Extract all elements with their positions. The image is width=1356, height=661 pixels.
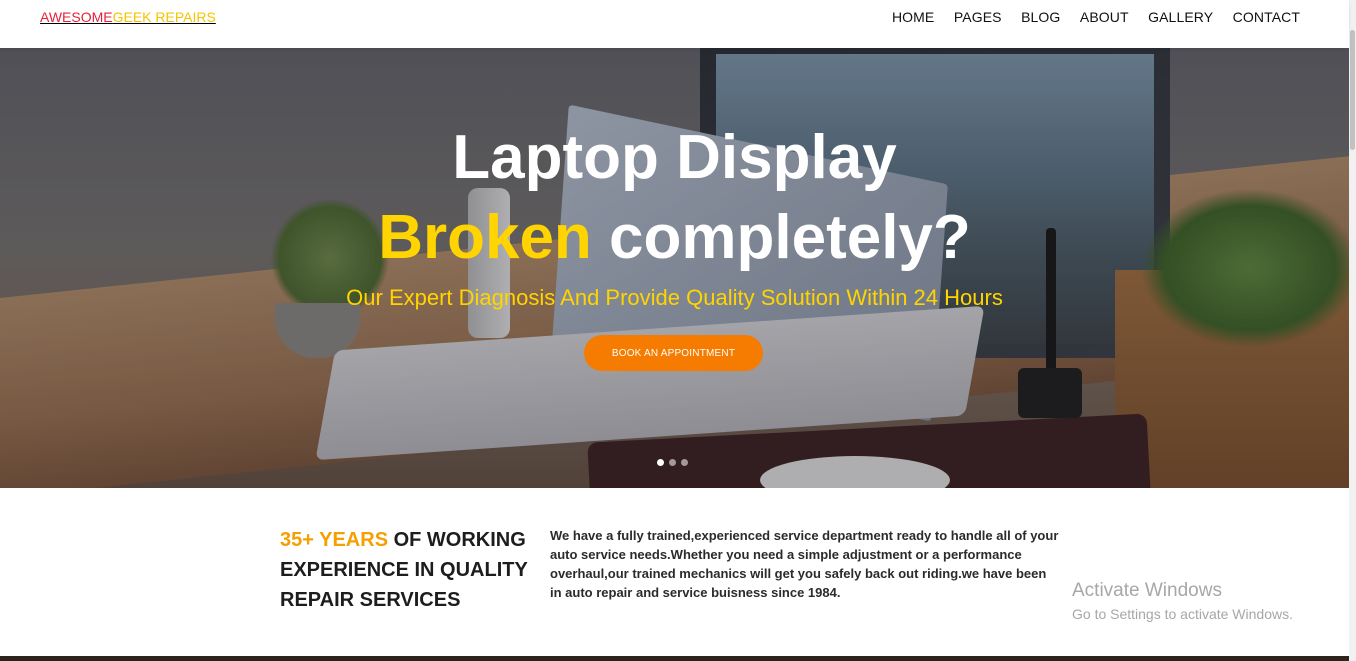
- nav-contact[interactable]: CONTACT: [1233, 9, 1300, 25]
- page-scrollbar[interactable]: [1349, 0, 1356, 661]
- slider-dot-1[interactable]: [657, 459, 664, 466]
- brand-part-awesome: AWESOME: [40, 9, 113, 25]
- experience-years: 35+ YEARS: [280, 529, 389, 551]
- hero-title-line1: Laptop Display: [452, 123, 897, 192]
- experience-heading: 35+ YEARS OF WORKING EXPERIENCE IN QUALI…: [280, 525, 540, 615]
- navbar: AWESOMEGEEK REPAIRS HOME PAGES BLOG ABOU…: [0, 0, 1349, 48]
- nav-about[interactable]: ABOUT: [1080, 9, 1129, 25]
- activate-windows-watermark: Activate Windows Go to Settings to activ…: [1072, 580, 1293, 622]
- nav-gallery[interactable]: GALLERY: [1148, 9, 1213, 25]
- main-nav: HOME PAGES BLOG ABOUT GALLERY CONTACT: [872, 9, 1300, 25]
- brand-part-geek-repairs: GEEK REPAIRS: [112, 9, 216, 25]
- hero-title: Laptop Display Broken completely?: [0, 118, 1349, 278]
- slider-dot-2[interactable]: [669, 459, 676, 466]
- next-section-edge: [0, 656, 1349, 661]
- nav-blog[interactable]: BLOG: [1021, 9, 1060, 25]
- activate-windows-subtitle: Go to Settings to activate Windows.: [1072, 606, 1293, 622]
- nav-pages[interactable]: PAGES: [954, 9, 1002, 25]
- scrollbar-thumb[interactable]: [1350, 30, 1355, 150]
- nav-home[interactable]: HOME: [892, 9, 934, 25]
- hero-subtitle: Our Expert Diagnosis And Provide Quality…: [346, 285, 1003, 310]
- activate-windows-title: Activate Windows: [1072, 580, 1222, 601]
- hero-slider: Laptop Display Broken completely? Our Ex…: [0, 48, 1349, 488]
- hero-title-line2: Broken completely?: [0, 198, 1349, 278]
- brand-logo-link[interactable]: AWESOMEGEEK REPAIRS: [40, 9, 216, 25]
- experience-description: We have a fully trained,experienced serv…: [550, 528, 1059, 600]
- hero-title-rest: completely?: [591, 203, 971, 272]
- slider-dots: [657, 459, 688, 466]
- hero-title-highlight: Broken: [378, 203, 592, 272]
- book-appointment-button[interactable]: BOOK AN APPOINTMENT: [584, 335, 763, 371]
- slider-dot-3[interactable]: [681, 459, 688, 466]
